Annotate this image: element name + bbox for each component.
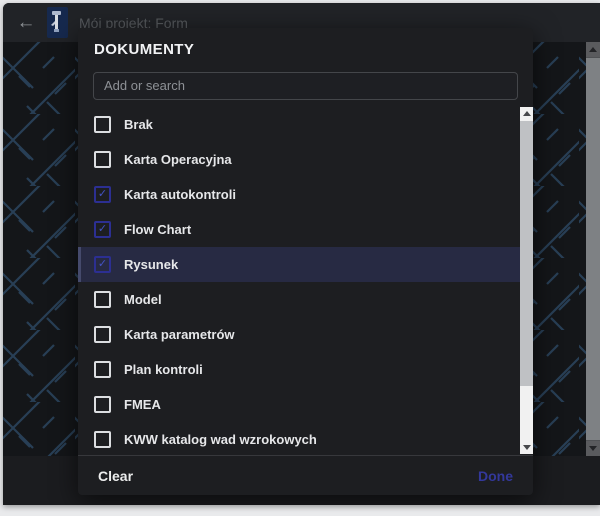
document-list: ✓ Brak ✓ Karta Operacyjna ✓ Karta autoko… xyxy=(78,107,533,455)
list-item-label: Karta parametrów xyxy=(124,327,235,342)
list-item[interactable]: ✓ Model xyxy=(78,282,520,317)
list-scroll-up-icon[interactable] xyxy=(520,107,533,121)
list-item-label: Flow Chart xyxy=(124,222,191,237)
dokumenty-modal: DOKUMENTY ✓ Brak ✓ Karta Operacyjna ✓ Ka… xyxy=(78,28,533,495)
list-item-label: Model xyxy=(124,292,162,307)
checkbox[interactable]: ✓ xyxy=(94,186,111,203)
checkbox[interactable]: ✓ xyxy=(94,431,111,448)
checkbox[interactable]: ✓ xyxy=(94,256,111,273)
check-icon: ✓ xyxy=(98,224,107,235)
list-item-label: Brak xyxy=(124,117,153,132)
list-item[interactable]: ✓ KWW katalog wad wzrokowych xyxy=(78,422,520,455)
page-scrollbar[interactable] xyxy=(586,42,600,456)
checkbox[interactable]: ✓ xyxy=(94,221,111,238)
check-icon: ✓ xyxy=(98,189,107,200)
checkbox[interactable]: ✓ xyxy=(94,326,111,343)
checkbox[interactable]: ✓ xyxy=(94,396,111,413)
list-item[interactable]: ✓ Karta autokontroli xyxy=(78,177,520,212)
project-thumbnail-icon xyxy=(47,7,68,38)
list-item-label: Plan kontroli xyxy=(124,362,203,377)
list-scroll-down-icon[interactable] xyxy=(520,440,533,454)
list-scrollbar-thumb[interactable] xyxy=(520,121,533,386)
list-item[interactable]: ✓ Karta parametrów xyxy=(78,317,520,352)
checkbox[interactable]: ✓ xyxy=(94,291,111,308)
list-item-label: Karta autokontroli xyxy=(124,187,236,202)
list-scrollbar[interactable] xyxy=(520,107,533,454)
clear-button[interactable]: Clear xyxy=(98,468,133,484)
app-window: ← Mój projekt: Form DOKUMENTY ✓ Brak xyxy=(3,3,600,505)
modal-footer: Clear Done xyxy=(78,455,533,495)
list-item[interactable]: ✓ Karta Operacyjna xyxy=(78,142,520,177)
modal-title: DOKUMENTY xyxy=(78,28,533,63)
list-item-label: Karta Operacyjna xyxy=(124,152,232,167)
list-item-label: KWW katalog wad wzrokowych xyxy=(124,432,317,447)
scroll-down-icon[interactable] xyxy=(586,441,600,456)
list-item[interactable]: ✓ Brak xyxy=(78,107,520,142)
scroll-up-icon[interactable] xyxy=(586,42,600,57)
list-item[interactable]: ✓ FMEA xyxy=(78,387,520,422)
page-scrollbar-thumb[interactable] xyxy=(586,58,600,440)
search-input[interactable] xyxy=(93,72,518,100)
list-item-label: Rysunek xyxy=(124,257,178,272)
list-item[interactable]: ✓ Rysunek xyxy=(78,247,520,282)
done-button[interactable]: Done xyxy=(478,468,513,484)
checkbox[interactable]: ✓ xyxy=(94,151,111,168)
list-item[interactable]: ✓ Plan kontroli xyxy=(78,352,520,387)
checkbox[interactable]: ✓ xyxy=(94,116,111,133)
list-item[interactable]: ✓ Flow Chart xyxy=(78,212,520,247)
check-icon: ✓ xyxy=(98,259,107,270)
document-rows: ✓ Brak ✓ Karta Operacyjna ✓ Karta autoko… xyxy=(78,107,520,455)
back-button[interactable]: ← xyxy=(11,13,41,32)
list-item-label: FMEA xyxy=(124,397,161,412)
checkbox[interactable]: ✓ xyxy=(94,361,111,378)
